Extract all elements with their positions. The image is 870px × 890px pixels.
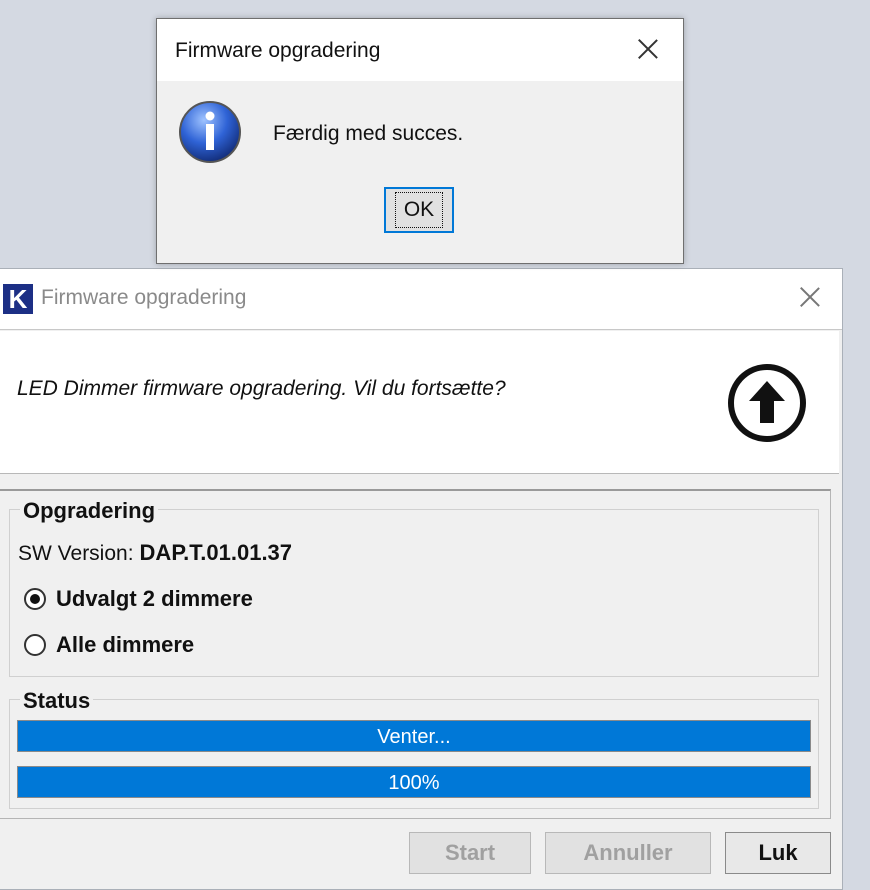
firmware-upgrade-window: K Firmware opgradering LED Dimmer firmwa…	[0, 268, 843, 890]
window-title: Firmware opgradering	[41, 286, 247, 309]
status-groupbox: Status Venter... 100%	[9, 688, 819, 809]
status-group-label: Status	[20, 688, 94, 714]
info-icon	[179, 101, 241, 163]
progress-bar: 100%	[17, 766, 811, 798]
sw-version-row: SW Version: DAP.T.01.01.37	[18, 540, 292, 566]
radio-all-dimmers[interactable]: Alle dimmere	[24, 632, 194, 658]
upload-arrow-icon	[728, 364, 806, 442]
app-logo-icon: K	[3, 284, 33, 314]
window-titlebar[interactable]: K Firmware opgradering	[0, 269, 842, 330]
upgrade-groupbox: Opgradering SW Version: DAP.T.01.01.37 Ud…	[9, 498, 819, 677]
success-message-box: Firmware opgradering Færdig med succes. …	[156, 18, 684, 264]
progress-bar-text: 100%	[388, 772, 440, 794]
radio-button-unchecked[interactable]	[24, 634, 46, 656]
radio-button-checked[interactable]	[24, 588, 46, 610]
status-bar-text: Venter...	[377, 726, 451, 748]
message-box-close-button[interactable]	[637, 38, 659, 60]
message-text: Færdig med succes.	[273, 122, 464, 145]
header-panel: LED Dimmer firmware opgradering. Vil du …	[0, 331, 839, 474]
ok-button-label: OK	[394, 192, 444, 228]
radio-selected-dimmers[interactable]: Udvalgt 2 dimmere	[24, 586, 253, 612]
sw-version-label: SW Version:	[18, 542, 134, 565]
ok-button[interactable]: OK	[384, 187, 454, 233]
content-panel: Opgradering SW Version: DAP.T.01.01.37 Ud…	[0, 489, 831, 819]
window-close-button[interactable]	[799, 286, 821, 308]
header-question: LED Dimmer firmware opgradering. Vil du …	[17, 377, 506, 400]
cancel-button[interactable]: Annuller	[545, 832, 711, 874]
radio-selected-dimmers-label: Udvalgt 2 dimmere	[56, 586, 253, 611]
upgrade-group-label: Opgradering	[20, 498, 159, 524]
message-box-title: Firmware opgradering	[175, 39, 381, 62]
sw-version-value: DAP.T.01.01.37	[139, 540, 293, 565]
message-box-titlebar[interactable]: Firmware opgradering	[157, 19, 683, 81]
radio-all-dimmers-label: Alle dimmere	[56, 632, 195, 657]
status-bar: Venter...	[17, 720, 811, 752]
start-button[interactable]: Start	[409, 832, 531, 874]
close-button[interactable]: Luk	[725, 832, 831, 874]
